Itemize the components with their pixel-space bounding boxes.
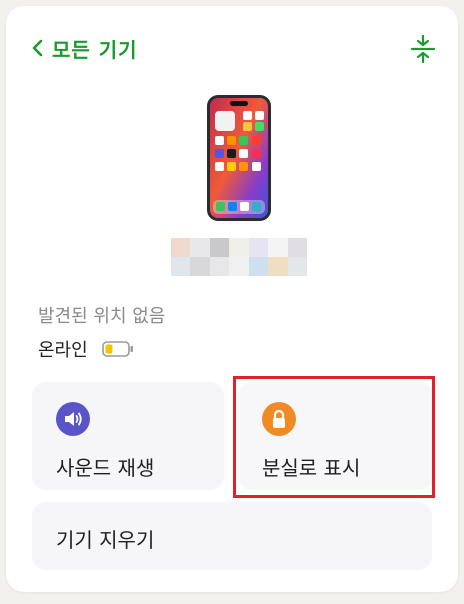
device-detail-card: 모든 기기 발견된 위치 없음 온라인 사운드 재생 분실로 표시 기기 지우기 [6,6,458,592]
iphone-icon [207,95,271,221]
speaker-icon [56,402,90,436]
erase-device-label: 기기 지우기 [56,528,155,552]
battery-low-icon [101,341,133,357]
online-status-row: 온라인 [38,336,134,362]
erase-device-button[interactable]: 기기 지우기 [32,502,432,570]
chevron-left-icon [32,39,43,57]
collapse-vertical-icon[interactable] [410,34,436,64]
play-sound-label: 사운드 재생 [56,456,155,480]
selection-highlight [233,376,435,498]
header-title: 모든 기기 [52,37,138,62]
device-name-redacted [171,238,307,276]
location-status: 발견된 위치 없음 [38,306,166,327]
back-to-all-devices[interactable]: 모든 기기 [30,32,138,64]
play-sound-button[interactable]: 사운드 재생 [32,382,224,490]
online-status: 온라인 [38,340,88,361]
